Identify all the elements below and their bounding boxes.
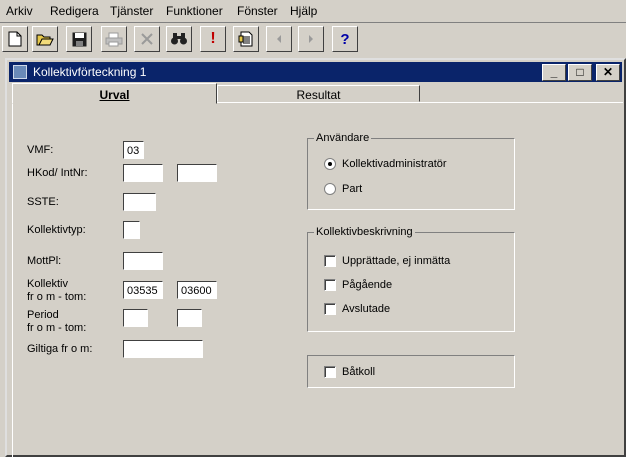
anvandare-legend: Användare bbox=[314, 132, 372, 144]
kollektiv-to-field[interactable]: 03600 bbox=[177, 281, 217, 299]
tab-resultat[interactable]: Resultat bbox=[217, 85, 420, 102]
menu-redigera[interactable]: Redigera bbox=[50, 4, 99, 18]
minimize-icon: _ bbox=[550, 65, 558, 79]
kollektivtyp-label: Kollektivtyp: bbox=[27, 224, 86, 236]
period-label: Period bbox=[27, 309, 59, 321]
exclamation-icon: ! bbox=[210, 30, 216, 47]
vmf-field[interactable]: 03 bbox=[123, 141, 144, 159]
part-label[interactable]: Part bbox=[342, 183, 362, 195]
next-button[interactable] bbox=[298, 26, 324, 52]
new-document-icon bbox=[8, 31, 22, 47]
floppy-disk-icon bbox=[72, 32, 86, 46]
maximize-button[interactable]: □ bbox=[568, 64, 592, 81]
giltiga-field[interactable] bbox=[123, 340, 203, 358]
hkod-field[interactable] bbox=[123, 164, 163, 182]
anvandare-group: Användare Kollektivadministratör Part bbox=[307, 132, 515, 210]
hkod-label: HKod/ IntNr: bbox=[27, 167, 88, 179]
window-title: Kollektivförteckning 1 bbox=[33, 65, 147, 79]
period-to-field[interactable] bbox=[177, 309, 202, 327]
kollektivforteckning-window: Kollektivförteckning 1 _ □ ✕ Urval Resul… bbox=[5, 58, 626, 457]
giltiga-label: Giltiga fr o m: bbox=[27, 343, 93, 355]
maximize-icon: □ bbox=[576, 65, 584, 79]
delete-button[interactable] bbox=[134, 26, 160, 52]
alert-button[interactable]: ! bbox=[200, 26, 226, 52]
toolbar: ! ? bbox=[0, 23, 626, 55]
close-icon: ✕ bbox=[602, 65, 614, 79]
vmf-label: VMF: bbox=[27, 144, 54, 156]
menu-tjanster[interactable]: Tjänster bbox=[110, 4, 153, 18]
sste-field[interactable] bbox=[123, 193, 156, 211]
pagaende-label[interactable]: Pågående bbox=[342, 279, 392, 291]
find-button[interactable] bbox=[166, 26, 192, 52]
batkoll-label[interactable]: Båtkoll bbox=[342, 366, 375, 378]
kollektivbeskrivning-legend: Kollektivbeskrivning bbox=[314, 226, 415, 238]
radio-part[interactable] bbox=[324, 183, 336, 195]
intnr-field[interactable] bbox=[177, 164, 217, 182]
mottpl-field[interactable] bbox=[123, 252, 163, 270]
open-folder-icon bbox=[36, 34, 54, 46]
new-document-button[interactable] bbox=[2, 26, 28, 52]
document-list-button[interactable] bbox=[233, 26, 259, 52]
period-range-label: fr o m - tom: bbox=[27, 322, 87, 334]
kollektivtyp-field[interactable] bbox=[123, 221, 140, 239]
batkoll-group: Båtkoll bbox=[307, 355, 515, 388]
menu-bar: Arkiv Redigera Tjänster Funktioner Fönst… bbox=[0, 0, 626, 23]
arrow-left-icon bbox=[277, 35, 281, 43]
x-cross-icon bbox=[141, 33, 153, 45]
help-button[interactable]: ? bbox=[332, 26, 358, 52]
upprattade-label[interactable]: Upprättade, ej inmätta bbox=[342, 255, 450, 267]
avslutade-label[interactable]: Avslutade bbox=[342, 303, 390, 315]
kollektivadministrator-label[interactable]: Kollektivadministratör bbox=[342, 158, 447, 170]
period-from-field[interactable] bbox=[123, 309, 148, 327]
kollektiv-range-label: fr o m - tom: bbox=[27, 291, 87, 303]
question-mark-icon: ? bbox=[340, 30, 350, 48]
checkbox-pagaende[interactable] bbox=[324, 279, 336, 291]
minimize-button[interactable]: _ bbox=[542, 64, 566, 81]
previous-button[interactable] bbox=[266, 26, 292, 52]
tab-urval[interactable]: Urval bbox=[12, 83, 217, 104]
menu-arkiv[interactable]: Arkiv bbox=[6, 4, 33, 18]
close-button[interactable]: ✕ bbox=[596, 64, 620, 81]
menu-hjalp[interactable]: Hjälp bbox=[290, 4, 317, 18]
kollektivbeskrivning-group: Kollektivbeskrivning Upprättade, ej inmä… bbox=[307, 226, 515, 332]
save-button[interactable] bbox=[66, 26, 92, 52]
kollektiv-from-field[interactable]: 03535 bbox=[123, 281, 163, 299]
checkbox-batkoll[interactable] bbox=[324, 366, 336, 378]
window-titlebar: Kollektivförteckning 1 _ □ ✕ bbox=[9, 62, 622, 82]
binoculars-icon bbox=[171, 33, 187, 45]
checkbox-avslutade[interactable] bbox=[324, 303, 336, 315]
arrow-right-icon bbox=[309, 35, 313, 43]
radio-kollektivadministrator[interactable] bbox=[324, 158, 336, 170]
sste-label: SSTE: bbox=[27, 196, 59, 208]
menu-funktioner[interactable]: Funktioner bbox=[166, 4, 223, 18]
document-list-icon bbox=[238, 31, 253, 47]
print-button[interactable] bbox=[101, 26, 127, 52]
open-folder-button[interactable] bbox=[32, 26, 58, 52]
printer-icon bbox=[105, 32, 123, 46]
window-app-icon bbox=[13, 65, 27, 79]
urval-panel: VMF: 03 HKod/ IntNr: SSTE: Kollektivtyp:… bbox=[12, 102, 623, 457]
mottpl-label: MottPl: bbox=[27, 255, 62, 267]
kollektiv-label: Kollektiv bbox=[27, 278, 68, 290]
checkbox-upprattade[interactable] bbox=[324, 255, 336, 267]
menu-fonster[interactable]: Fönster bbox=[237, 4, 278, 18]
